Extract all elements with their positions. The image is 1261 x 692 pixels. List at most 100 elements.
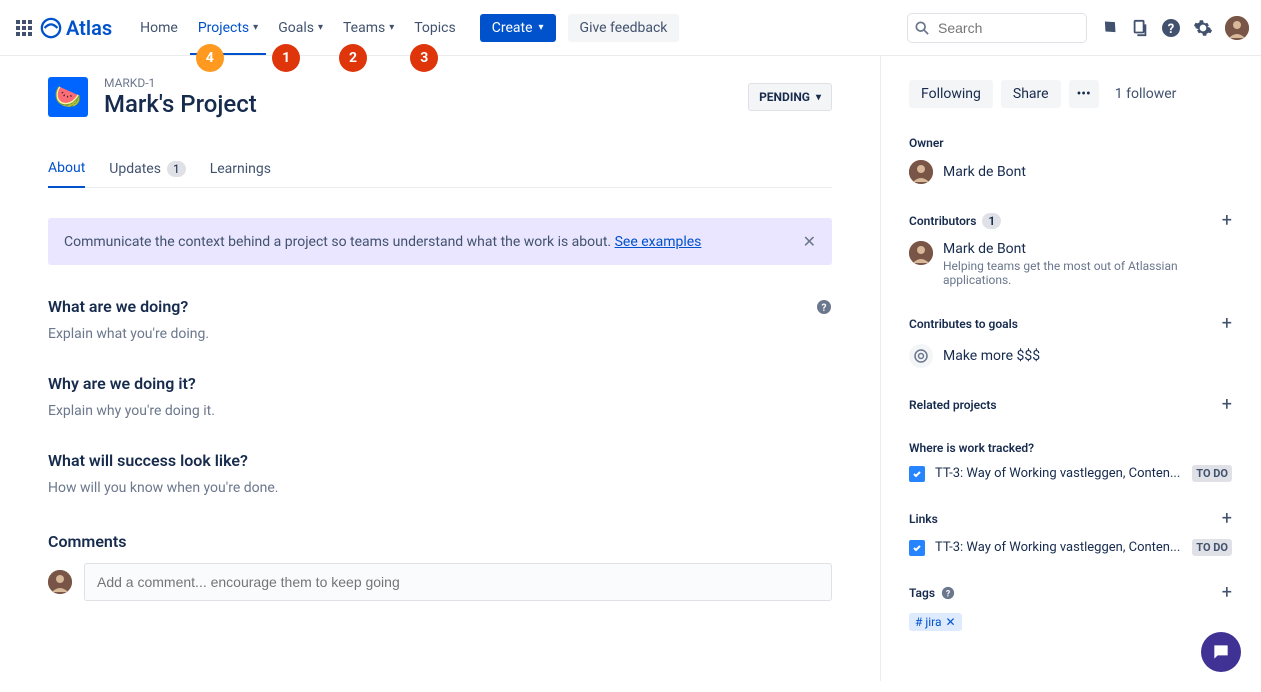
nav-projects[interactable]: Projects▾ 4 xyxy=(190,14,266,42)
atlas-logo[interactable]: Atlas xyxy=(40,16,112,40)
success-heading: What will success look like? xyxy=(48,451,248,470)
add-tag-icon[interactable]: + xyxy=(1222,582,1232,603)
share-button[interactable]: Share xyxy=(1001,80,1061,108)
goals-section: Contributes to goals + Make more $$$ xyxy=(909,313,1232,368)
give-feedback-button[interactable]: Give feedback xyxy=(568,14,680,42)
section-why: Why are we doing it? Explain why you're … xyxy=(48,374,832,419)
owner-section: Owner Mark de Bont xyxy=(909,136,1232,184)
sidebar: Following Share ••• 1 follower Owner Mar… xyxy=(880,56,1260,681)
related-projects-section: Related projects + xyxy=(909,394,1232,415)
contributors-count: 1 xyxy=(982,213,1001,229)
nav-topics[interactable]: Topics 3 xyxy=(406,14,463,42)
add-contributor-icon[interactable]: + xyxy=(1222,210,1232,231)
add-goal-icon[interactable]: + xyxy=(1222,313,1232,334)
see-examples-link[interactable]: See examples xyxy=(615,234,702,250)
project-status: PENDING▾ xyxy=(748,83,832,111)
project-key: MARKD-1 xyxy=(104,76,257,90)
svg-text:?: ? xyxy=(946,589,951,599)
project-icon: 🍉 xyxy=(48,77,88,117)
following-button[interactable]: Following xyxy=(909,80,993,108)
jira-icon xyxy=(909,466,925,482)
chevron-down-icon: ▾ xyxy=(539,22,544,33)
comments-section: Comments xyxy=(48,532,832,601)
copy-icon[interactable] xyxy=(1131,19,1149,37)
section-what: What are we doing? ? Explain what you're… xyxy=(48,297,832,342)
owner-row[interactable]: Mark de Bont xyxy=(909,160,1232,184)
follower-count: 1 follower xyxy=(1115,86,1177,102)
what-placeholder[interactable]: Explain what you're doing. xyxy=(48,326,832,342)
nav-home[interactable]: Home xyxy=(132,14,186,42)
project-title: Mark's Project xyxy=(104,90,257,118)
contributor-avatar xyxy=(909,241,933,265)
logo-text: Atlas xyxy=(66,16,112,40)
help-icon[interactable]: ? xyxy=(941,586,955,600)
comments-heading: Comments xyxy=(48,532,832,551)
nav-right: ? xyxy=(907,13,1249,43)
annotation-2: 2 xyxy=(339,44,367,72)
project-header: 🍉 MARKD-1 Mark's Project PENDING▾ xyxy=(48,76,832,118)
owner-avatar xyxy=(909,160,933,184)
nav-teams[interactable]: Teams▾ 2 xyxy=(335,14,402,42)
search-input[interactable] xyxy=(907,13,1087,43)
updates-count: 1 xyxy=(167,161,186,177)
more-button[interactable]: ••• xyxy=(1069,80,1099,108)
annotation-1: 1 xyxy=(272,44,300,72)
why-heading: Why are we doing it? xyxy=(48,374,196,393)
owner-name: Mark de Bont xyxy=(943,164,1026,180)
chevron-down-icon: ▾ xyxy=(816,92,821,103)
top-navigation: Atlas Home Projects▾ 4 Goals▾ 1 Teams▾ 2… xyxy=(0,0,1261,56)
search-box xyxy=(907,13,1087,43)
svg-text:?: ? xyxy=(1168,22,1174,37)
annotation-3: 3 xyxy=(410,44,438,72)
link-text: TT-3: Way of Working vastleggen, Conten.… xyxy=(935,540,1182,555)
notifications-icon[interactable] xyxy=(1099,18,1119,38)
tracked-label: Where is work tracked? xyxy=(909,441,1034,455)
tracked-row[interactable]: TT-3: Way of Working vastleggen, Conten.… xyxy=(909,465,1232,482)
tag-chip[interactable]: # jira✕ xyxy=(909,613,962,631)
success-placeholder[interactable]: How will you know when you're done. xyxy=(48,480,832,496)
comment-avatar xyxy=(48,570,72,594)
nav-goals[interactable]: Goals▾ 1 xyxy=(270,14,331,42)
settings-icon[interactable] xyxy=(1193,18,1213,38)
tab-learnings[interactable]: Learnings xyxy=(210,154,271,187)
tracked-section: Where is work tracked? TT-3: Way of Work… xyxy=(909,441,1232,482)
contributors-section: Contributors 1 + Mark de Bont Helping tea… xyxy=(909,210,1232,287)
app-switcher-icon[interactable] xyxy=(12,16,36,40)
add-link-icon[interactable]: + xyxy=(1222,508,1232,529)
remove-tag-icon[interactable]: ✕ xyxy=(946,615,956,629)
jira-icon xyxy=(909,540,925,556)
link-row[interactable]: TT-3: Way of Working vastleggen, Conten.… xyxy=(909,539,1232,556)
comment-box xyxy=(48,563,832,601)
svg-text:?: ? xyxy=(822,303,827,314)
annotation-4: 4 xyxy=(196,44,224,72)
chevron-down-icon: ▾ xyxy=(389,22,394,33)
tags-label: Tags xyxy=(909,586,935,600)
add-related-icon[interactable]: + xyxy=(1222,394,1232,415)
contributor-subtitle: Helping teams get the most out of Atlass… xyxy=(943,259,1232,287)
contributor-row[interactable]: Mark de Bont Helping teams get the most … xyxy=(909,241,1232,287)
tags-section: Tags ? + # jira✕ xyxy=(909,582,1232,631)
why-placeholder[interactable]: Explain why you're doing it. xyxy=(48,403,832,419)
todo-badge: TO DO xyxy=(1192,539,1232,556)
tab-about[interactable]: About xyxy=(48,154,85,188)
create-button[interactable]: Create▾ xyxy=(480,14,556,42)
status-dropdown[interactable]: PENDING▾ xyxy=(748,83,832,111)
help-icon[interactable]: ? xyxy=(1161,18,1181,38)
chat-fab[interactable] xyxy=(1201,632,1241,672)
chevron-down-icon: ▾ xyxy=(253,22,258,33)
nav-items: Home Projects▾ 4 Goals▾ 1 Teams▾ 2 Topic… xyxy=(132,14,679,42)
related-label: Related projects xyxy=(909,398,997,412)
links-section: Links + TT-3: Way of Working vastleggen,… xyxy=(909,508,1232,556)
help-icon[interactable]: ? xyxy=(816,299,832,315)
chevron-down-icon: ▾ xyxy=(318,22,323,33)
goal-row[interactable]: Make more $$$ xyxy=(909,344,1232,368)
todo-badge: TO DO xyxy=(1192,465,1232,482)
tab-updates[interactable]: Updates 1 xyxy=(109,154,185,187)
info-banner: Communicate the context behind a project… xyxy=(48,218,832,265)
user-avatar[interactable] xyxy=(1225,16,1249,40)
contributors-label: Contributors xyxy=(909,214,976,228)
owner-label: Owner xyxy=(909,136,944,150)
target-icon xyxy=(909,344,933,368)
close-icon[interactable]: ✕ xyxy=(803,232,816,251)
comment-input[interactable] xyxy=(84,563,832,601)
